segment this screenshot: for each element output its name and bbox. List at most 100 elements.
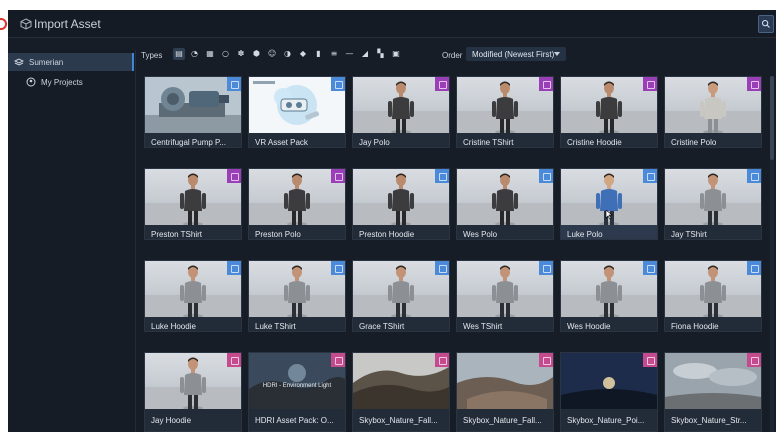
type-filter-button[interactable]: ◑ <box>282 48 294 60</box>
asset-name: Wes Polo <box>463 230 498 239</box>
asset-card[interactable]: Skybox_Nature_Poi... <box>560 352 658 432</box>
order-value: Modified (Newest First) <box>472 50 555 59</box>
asset-name: Jay Hoodie <box>151 416 192 425</box>
asset-card[interactable]: Cristine TShirt <box>456 76 554 148</box>
order-select[interactable]: Modified (Newest First) <box>466 47 566 61</box>
asset-name: Skybox_Nature_Fall... <box>359 416 438 425</box>
sidebar-item-sumerian[interactable]: Sumerian <box>8 53 134 71</box>
asset-name: Wes Hoodie <box>567 322 611 331</box>
asset-card[interactable]: HDRI - Environment Light HDRI Asset Pack:… <box>248 352 346 432</box>
type-filter-button[interactable]: ◔ <box>189 48 201 60</box>
asset-card[interactable]: Luke Hoodie <box>144 260 242 332</box>
type-filter-button[interactable]: ▦ <box>204 48 216 60</box>
search-button[interactable] <box>758 15 774 33</box>
sidebar-item-label: My Projects <box>41 77 83 87</box>
asset-type-badge-icon <box>331 169 345 183</box>
asset-type-badge-icon <box>227 353 241 367</box>
asset-card[interactable]: Grace TShirt <box>352 260 450 332</box>
type-filter-button[interactable]: ◆ <box>297 48 309 60</box>
asset-name: Luke Hoodie <box>151 322 196 331</box>
asset-card[interactable]: Jay Hoodie <box>144 352 242 432</box>
type-filter-button[interactable]: ☺ <box>266 48 278 60</box>
asset-card[interactable]: Wes TShirt <box>456 260 554 332</box>
image-icon: ▣ <box>392 49 400 58</box>
asset-type-badge-icon <box>747 353 761 367</box>
chevron-down-icon <box>554 52 560 56</box>
search-icon <box>761 19 770 28</box>
scrollbar[interactable] <box>770 76 774 432</box>
asset-name: Jay Polo <box>359 138 390 147</box>
asset-card[interactable]: Centrifugal Pump P... <box>144 76 242 148</box>
asset-name: Preston TShirt <box>151 230 202 239</box>
material-icon: ◔ <box>191 49 198 58</box>
asset-name: Wes TShirt <box>463 322 503 331</box>
asset-name: Cristine TShirt <box>463 138 514 147</box>
audio-icon: ◆ <box>299 49 307 58</box>
type-filter-button[interactable]: ⬢ <box>251 48 263 60</box>
type-filter-button[interactable]: ▣ <box>390 48 402 60</box>
asset-name: Skybox_Nature_Fall... <box>463 416 542 425</box>
type-filter-button[interactable]: ▚ <box>375 48 387 60</box>
entity-icon: ▚ <box>377 49 384 58</box>
type-filter-button[interactable]: ▮ <box>313 48 325 60</box>
asset-type-badge-icon <box>331 353 345 367</box>
asset-card[interactable]: Preston Polo <box>248 168 346 240</box>
user-circle-icon <box>26 77 36 87</box>
thumbnail-caption: HDRI - Environment Light <box>263 383 332 389</box>
asset-name: Skybox_Nature_Poi... <box>567 416 645 425</box>
asset-name: Fiona Hoodie <box>671 322 719 331</box>
asset-card[interactable]: Cristine Hoodie <box>560 76 658 148</box>
sidebar-item-my-projects[interactable]: My Projects <box>8 73 134 91</box>
asset-type-badge-icon <box>643 353 657 367</box>
text-icon: ≡ <box>330 49 338 58</box>
asset-card[interactable]: Luke Polo <box>560 168 658 240</box>
type-filter-button[interactable]: ○ <box>220 48 232 60</box>
type-filter-button[interactable]: ≡ <box>328 48 340 60</box>
all-assets-icon: ▤ <box>175 49 183 58</box>
asset-name: Preston Polo <box>255 230 301 239</box>
asset-card[interactable]: Preston TShirt <box>144 168 242 240</box>
environment-icon: ✽ <box>237 49 245 58</box>
asset-name: Jay TShirt <box>671 230 707 239</box>
asset-name: Luke TShirt <box>255 322 296 331</box>
sphere-icon: ○ <box>222 49 229 58</box>
asset-type-badge-icon <box>435 77 449 91</box>
asset-type-badge-icon <box>747 169 761 183</box>
asset-type-badge-icon <box>331 261 345 275</box>
asset-name: Skybox_Nature_Str... <box>671 416 747 425</box>
asset-type-badge-icon <box>539 169 553 183</box>
asset-name: Cristine Hoodie <box>567 138 622 147</box>
scrollbar-thumb[interactable] <box>770 76 774 160</box>
asset-card[interactable]: VR Asset Pack <box>248 76 346 148</box>
type-filter-button[interactable]: — <box>344 48 356 60</box>
asset-type-badge-icon <box>747 261 761 275</box>
asset-type-badge-icon <box>435 261 449 275</box>
asset-card[interactable]: Jay Polo <box>352 76 450 148</box>
stack-icon <box>14 58 24 66</box>
title-bar: Import Asset <box>8 10 776 38</box>
asset-name: Grace TShirt <box>359 322 405 331</box>
asset-type-badge-icon <box>643 261 657 275</box>
asset-name: Luke Polo <box>567 230 603 239</box>
asset-card[interactable]: Skybox_Nature_Fall... <box>352 352 450 432</box>
filter-toolbar: Types ▤ ◔ ▦ ○ ✽ ⬢ ☺ ◑ ◆ ▮ ≡ — ◢ ▚ ▣ Order Modified (Ne… <box>136 43 776 65</box>
type-filter-button[interactable]: ◢ <box>359 48 371 60</box>
asset-card[interactable]: Luke TShirt <box>248 260 346 332</box>
asset-type-badge-icon <box>435 169 449 183</box>
asset-card[interactable]: Wes Polo <box>456 168 554 240</box>
asset-card[interactable]: Skybox_Nature_Fall... <box>456 352 554 432</box>
asset-name: Cristine Polo <box>671 138 717 147</box>
asset-card[interactable]: Wes Hoodie <box>560 260 658 332</box>
type-filter-button[interactable]: ✽ <box>235 48 247 60</box>
types-label: Types <box>141 51 163 60</box>
asset-name: Preston Hoodie <box>359 230 415 239</box>
import-asset-window: Import Asset Sumerian My Projects Types … <box>8 10 776 432</box>
type-filter-button[interactable]: ▤ <box>173 48 185 60</box>
asset-card[interactable]: Preston Hoodie <box>352 168 450 240</box>
asset-card[interactable]: Fiona Hoodie <box>664 260 762 332</box>
asset-card[interactable]: Skybox_Nature_Str... <box>664 352 762 432</box>
asset-card[interactable]: Jay TShirt <box>664 168 762 240</box>
asset-card[interactable]: Cristine Polo <box>664 76 762 148</box>
video-icon: ▦ <box>206 49 214 58</box>
asset-type-badge-icon <box>643 77 657 91</box>
